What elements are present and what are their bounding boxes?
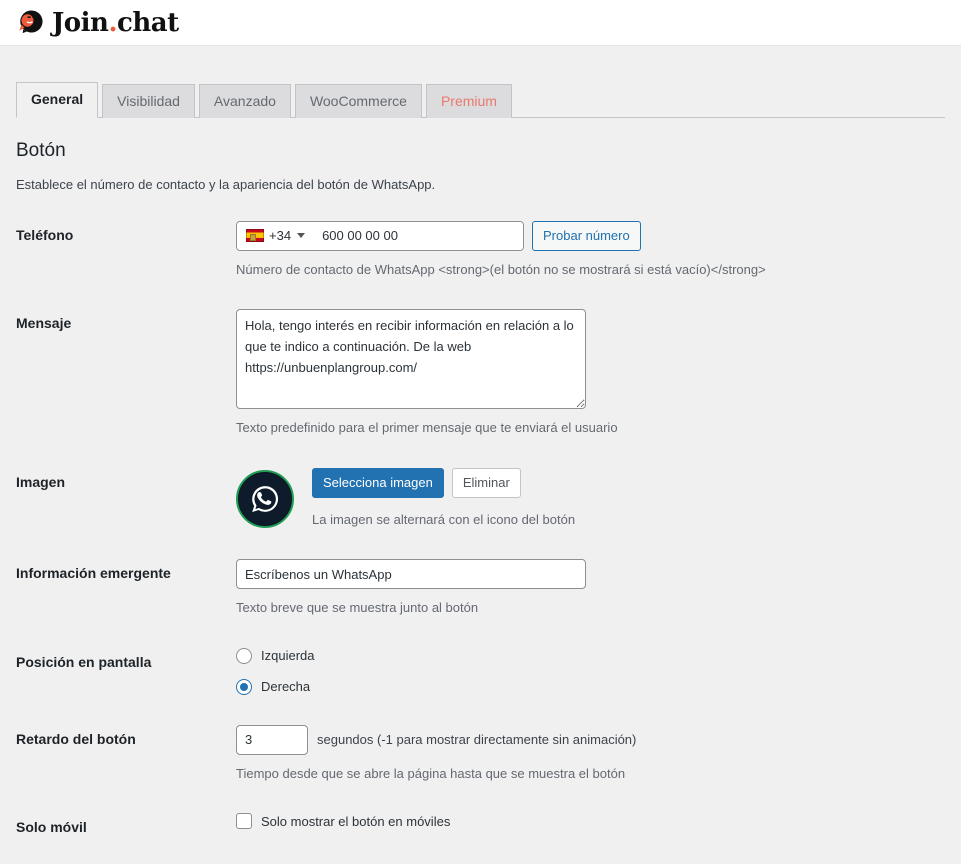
settings-form-table: Teléfono +34 Probar número <box>16 206 945 857</box>
section-description: Establece el número de contacto y la apa… <box>16 176 436 192</box>
brand-logo[interactable]: Join.chat <box>16 8 179 38</box>
help-tooltip: Texto breve que se muestra junto al botó… <box>236 600 479 616</box>
whatsapp-icon <box>236 469 294 528</box>
section-title: Botón <box>16 140 66 161</box>
radio-right-icon[interactable] <box>236 678 252 695</box>
field-message: Texto predefinido para el primer mensaje… <box>236 294 945 453</box>
label-phone: Teléfono <box>16 226 74 243</box>
field-row-mobile-only: Solo móvil Solo mostrar el botón en móvi… <box>16 798 945 856</box>
country-select[interactable]: +34 <box>237 221 315 250</box>
checkbox-option-mobile-only[interactable]: Solo mostrar el botón en móviles <box>236 813 935 830</box>
spain-flag-icon <box>246 229 264 243</box>
field-row-message: Mensaje Texto predefinido para el primer… <box>16 294 945 453</box>
field-tooltip: Texto breve que se muestra junto al botó… <box>236 544 945 633</box>
remove-image-button[interactable]: Eliminar <box>451 467 521 498</box>
field-mobile-only: Solo mostrar el botón en móviles <box>236 798 945 856</box>
tab-avanzado[interactable]: Avanzado <box>198 84 291 118</box>
radio-left-icon[interactable] <box>236 647 252 664</box>
label-delay: Retardo del botón <box>16 730 136 747</box>
image-buttons-column: Selecciona imagen Eliminar La imagen se … <box>312 467 576 530</box>
mobile-only-checkbox-label: Solo mostrar el botón en móviles <box>261 813 451 829</box>
field-row-image: Imagen Selecciona imagen Eliminar La ima… <box>16 453 945 545</box>
settings-tab-bar: General Visibilidad Avanzado WooCommerce… <box>16 82 945 118</box>
select-image-button[interactable]: Selecciona imagen <box>312 467 444 498</box>
field-row-position: Posición en pantalla Izquierda Derecha <box>16 633 945 710</box>
join-chat-logo-icon <box>16 8 46 38</box>
test-number-button[interactable]: Probar número <box>532 220 641 251</box>
radio-right-label: Derecha <box>261 679 311 695</box>
label-image: Imagen <box>16 473 66 490</box>
delay-input[interactable] <box>236 724 308 755</box>
tab-general[interactable]: General <box>16 82 99 118</box>
brand-name-first: Join <box>52 7 109 38</box>
radio-left-label: Izquierda <box>261 648 315 664</box>
radio-option-right[interactable]: Derecha <box>236 678 935 695</box>
label-position: Posición en pantalla <box>16 653 152 670</box>
label-tooltip: Información emergente <box>16 565 171 582</box>
phone-input-group: +34 Probar número <box>236 220 935 251</box>
chevron-down-icon <box>297 233 306 239</box>
phone-input[interactable] <box>314 221 523 250</box>
help-phone: Número de contacto de WhatsApp <strong>(… <box>236 261 766 277</box>
help-delay: Tiempo desde que se abre la página hasta… <box>236 765 626 781</box>
label-message: Mensaje <box>16 315 72 332</box>
mobile-only-checkbox-icon[interactable] <box>236 813 252 830</box>
field-delay: segundos (-1 para mostrar directamente s… <box>236 710 945 799</box>
brand-name-dot: . <box>108 7 117 38</box>
brand-name-second: chat <box>117 7 179 38</box>
field-row-delay: Retardo del botón segundos (-1 para most… <box>16 710 945 799</box>
tab-visibilidad[interactable]: Visibilidad <box>102 84 195 118</box>
image-action-buttons: Selecciona imagen Eliminar <box>312 467 575 498</box>
help-image: La imagen se alternará con el icono del … <box>312 511 576 527</box>
message-textarea[interactable] <box>236 309 586 410</box>
country-dial-code: +34 <box>269 228 292 244</box>
tab-woocommerce[interactable]: WooCommerce <box>294 84 422 118</box>
delay-input-group: segundos (-1 para mostrar directamente s… <box>236 724 935 755</box>
field-row-phone: Teléfono +34 Probar número <box>16 206 945 295</box>
field-position: Izquierda Derecha <box>236 633 945 710</box>
field-row-tooltip: Información emergente Texto breve que se… <box>16 544 945 633</box>
brand-logo-text: Join.chat <box>52 10 179 36</box>
field-image: Selecciona imagen Eliminar La imagen se … <box>236 453 945 545</box>
tab-premium[interactable]: Premium <box>425 84 512 118</box>
admin-header-bar: Join.chat <box>0 0 961 46</box>
tooltip-input[interactable] <box>236 559 586 590</box>
settings-page: General Visibilidad Avanzado WooCommerce… <box>0 82 961 857</box>
radio-option-left[interactable]: Izquierda <box>236 647 935 664</box>
delay-suffix-text: segundos (-1 para mostrar directamente s… <box>317 732 637 748</box>
label-mobile-only: Solo móvil <box>16 819 87 836</box>
image-control-group: Selecciona imagen Eliminar La imagen se … <box>236 467 935 530</box>
field-phone: +34 Probar número Número de contacto de … <box>236 206 945 295</box>
help-message: Texto predefinido para el primer mensaje… <box>236 420 618 436</box>
phone-intl-input[interactable]: +34 <box>236 220 524 251</box>
